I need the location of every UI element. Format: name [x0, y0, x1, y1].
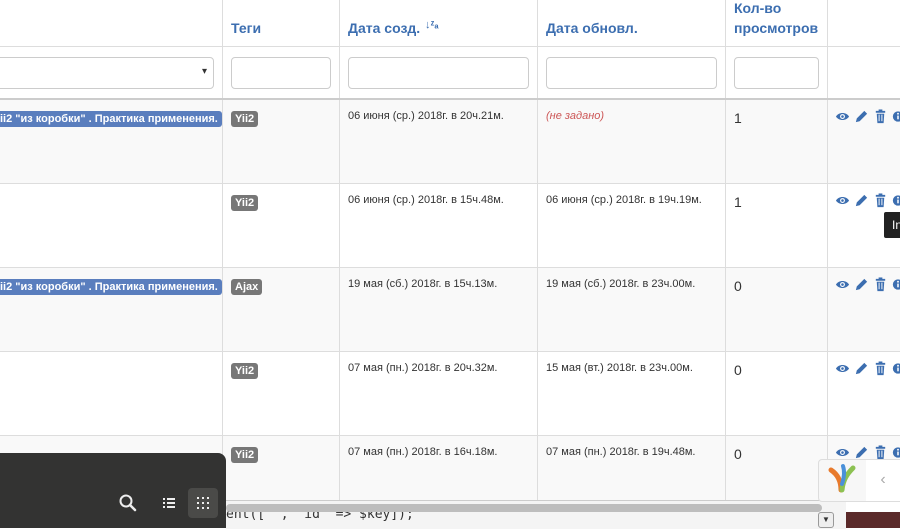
pencil-icon[interactable]: [854, 445, 869, 460]
trash-icon[interactable]: [873, 277, 888, 292]
header-views-line2[interactable]: просмотров: [734, 18, 818, 38]
updated-date: (не задано): [546, 110, 605, 122]
row-divider: [0, 98, 900, 100]
tag-badge[interactable]: Yii2: [231, 363, 259, 379]
eye-icon[interactable]: [835, 193, 850, 208]
tag-badge[interactable]: Yii2: [231, 447, 259, 463]
tooltip: In: [884, 212, 900, 238]
column-divider: [725, 0, 726, 500]
created-date: 06 июня (ср.) 2018г. в 15ч.48м.: [348, 194, 504, 206]
header-tags[interactable]: Теги: [231, 18, 261, 38]
grid-icon: [197, 497, 209, 509]
info-icon[interactable]: [892, 277, 900, 292]
header-updated[interactable]: Дата обновл.: [546, 18, 638, 38]
list-icon: [163, 498, 175, 508]
yii-logo-icon: [828, 464, 856, 493]
trash-icon[interactable]: [873, 193, 888, 208]
column-divider: [222, 0, 223, 500]
views-count: 1: [734, 110, 742, 126]
created-date: 19 мая (сб.) 2018г. в 15ч.13м.: [348, 278, 498, 290]
trash-icon[interactable]: [873, 109, 888, 124]
info-icon[interactable]: [892, 445, 900, 460]
pencil-icon[interactable]: [854, 361, 869, 376]
category-filter-select[interactable]: ▾: [0, 57, 214, 89]
grid-view-button[interactable]: [188, 488, 218, 518]
pencil-icon[interactable]: [854, 193, 869, 208]
sort-desc-icon: ↓ᶻₐ: [425, 19, 439, 31]
updated-date: 06 июня (ср.) 2018г. в 19ч.19м.: [546, 194, 702, 206]
updated-date: 15 мая (вт.) 2018г. в 23ч.00м.: [546, 362, 693, 374]
row-actions: [835, 277, 900, 292]
yii-debug-logo-button[interactable]: [818, 459, 868, 502]
header-views-line1[interactable]: Кол-во: [734, 0, 781, 18]
row-actions: [835, 109, 900, 124]
views-count: 1: [734, 194, 742, 210]
created-date: 07 мая (пн.) 2018г. в 20ч.32м.: [348, 362, 498, 374]
info-icon[interactable]: [892, 193, 900, 208]
tag-badge[interactable]: Yii2: [231, 195, 259, 211]
views-count: 0: [734, 362, 742, 378]
tag-badge[interactable]: Yii2: [231, 111, 259, 127]
eye-icon[interactable]: [835, 445, 850, 460]
created-filter-input[interactable]: [348, 57, 529, 89]
category-badge: ii2 "из коробки" . Практика применения.: [0, 111, 222, 127]
pencil-icon[interactable]: [854, 109, 869, 124]
panel-edge: [846, 512, 900, 528]
column-divider: [339, 0, 340, 500]
chevron-down-icon: ▾: [201, 66, 207, 77]
eye-icon[interactable]: [835, 109, 850, 124]
row-actions: [835, 445, 900, 460]
trash-icon[interactable]: [873, 361, 888, 376]
updated-filter-input[interactable]: [546, 57, 717, 89]
info-icon[interactable]: [892, 109, 900, 124]
row-actions: [835, 361, 900, 376]
eye-icon[interactable]: [835, 361, 850, 376]
search-icon: [119, 494, 137, 512]
tags-filter-input[interactable]: [231, 57, 331, 89]
views-count: 0: [734, 446, 742, 462]
updated-date: 07 мая (пн.) 2018г. в 19ч.48м.: [546, 446, 696, 458]
pencil-icon[interactable]: [854, 277, 869, 292]
updated-date: 19 мая (сб.) 2018г. в 23ч.00м.: [546, 278, 696, 290]
row-divider: [0, 267, 900, 268]
tag-badge[interactable]: Ajax: [231, 279, 263, 295]
category-badge: ii2 "из коробки" . Практика применения.: [0, 279, 222, 295]
scroll-down-button[interactable]: ▼: [818, 512, 834, 528]
eye-icon[interactable]: [835, 277, 850, 292]
created-date: 06 июня (ср.) 2018г. в 20ч.21м.: [348, 110, 504, 122]
created-date: 07 мая (пн.) 2018г. в 16ч.18м.: [348, 446, 498, 458]
row-divider: [0, 183, 900, 184]
horizontal-scrollbar[interactable]: [226, 504, 822, 512]
info-icon[interactable]: [892, 361, 900, 376]
row-divider: [0, 435, 900, 436]
trash-icon[interactable]: [873, 445, 888, 460]
chevron-left-icon[interactable]: ‹: [866, 459, 900, 502]
views-filter-input[interactable]: [734, 57, 819, 89]
views-count: 0: [734, 278, 742, 294]
row-divider: [0, 351, 900, 352]
column-divider: [537, 0, 538, 500]
row-divider: [0, 46, 900, 47]
list-view-button[interactable]: [154, 488, 184, 518]
row-actions: [835, 193, 900, 208]
header-created[interactable]: Дата созд.: [348, 18, 420, 38]
search-button[interactable]: [113, 488, 143, 518]
column-divider: [827, 0, 828, 500]
